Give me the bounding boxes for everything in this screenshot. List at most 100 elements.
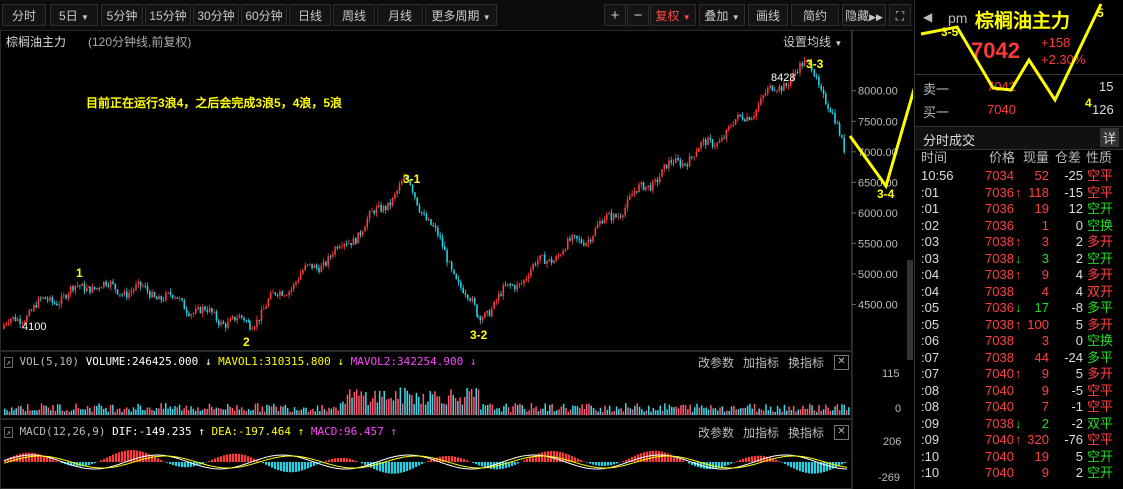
zoom-out-button[interactable]: −	[627, 4, 649, 26]
macd-bar	[214, 458, 217, 462]
macd-bar	[154, 456, 157, 462]
candle-body	[96, 287, 98, 290]
candle-body	[334, 247, 336, 255]
candle-body	[123, 291, 126, 295]
candle-body	[391, 197, 394, 206]
draw-line-button[interactable]: 画线	[748, 4, 788, 26]
candle-body	[799, 63, 801, 73]
tab-30min[interactable]: 30分钟	[193, 4, 239, 26]
volume-bar	[89, 408, 91, 415]
macd-bar	[748, 456, 751, 462]
volume-bar	[779, 408, 781, 415]
candle-body	[460, 282, 462, 288]
vol-collapse-icon[interactable]: ↗	[4, 357, 13, 368]
macd-bar	[178, 462, 181, 467]
candle-body	[247, 320, 250, 323]
candle-body	[477, 316, 479, 317]
candle-body	[668, 160, 670, 169]
candle-body	[288, 291, 290, 296]
candle-body	[30, 310, 33, 312]
tick-row: :05 7036 ↓ 17 -8 多平	[915, 300, 1123, 317]
candle-body	[398, 184, 401, 191]
tick-list-title: 分时成交	[923, 133, 976, 148]
macd-bar	[169, 462, 172, 465]
tab-5day[interactable]: 5日 ▼	[50, 4, 98, 26]
macd-collapse-icon[interactable]: ↗	[4, 427, 13, 438]
up-arrow-icon: ↑	[198, 425, 205, 438]
volume-bar	[749, 403, 751, 415]
volume-bar	[367, 404, 369, 415]
vol-switch-indicator-button[interactable]: 换指标	[788, 354, 824, 371]
fullscreen-icon[interactable]: ⛶	[889, 4, 911, 26]
kline-chart[interactable]: 8000.00 7500.00 7000.00 6500.00 6000.00 5500.…	[0, 30, 913, 489]
candle-body	[481, 317, 484, 321]
candle-body	[455, 273, 458, 280]
tab-monthly[interactable]: 月线	[377, 4, 423, 26]
tab-60min[interactable]: 60分钟	[241, 4, 287, 26]
macd-bar	[616, 462, 619, 464]
overlay-button[interactable]: 叠加 ▼	[699, 4, 745, 26]
volume-bar	[360, 391, 362, 415]
wave-label-3-4: 3-4	[877, 187, 895, 201]
candle-body	[309, 263, 311, 265]
macd-bar	[184, 462, 187, 468]
panel-toggle-handle[interactable]	[907, 260, 913, 360]
volume-bar	[160, 403, 162, 415]
macd-param-button[interactable]: 改参数	[698, 424, 734, 441]
macd-bar	[286, 462, 289, 473]
macd-add-indicator-button[interactable]: 加指标	[743, 424, 779, 441]
volume-bar	[507, 407, 510, 415]
volume-bar	[751, 408, 753, 415]
ma-settings-button[interactable]: 设置均线 ▼	[783, 33, 842, 50]
detail-button[interactable]: 详	[1100, 128, 1120, 147]
macd-bar	[121, 451, 124, 462]
vol-add-indicator-button[interactable]: 加指标	[743, 354, 779, 371]
candle-body	[746, 117, 748, 122]
volume-bar	[528, 410, 530, 415]
chevron-down-icon: ▼	[482, 13, 491, 22]
volume-bar	[266, 404, 268, 415]
volume-bar	[300, 409, 303, 415]
hide-button[interactable]: 隐藏▶▶	[842, 4, 886, 26]
candle-body	[176, 297, 179, 299]
macd-switch-indicator-button[interactable]: 换指标	[788, 424, 824, 441]
tab-weekly[interactable]: 周线	[333, 4, 375, 26]
tab-15min[interactable]: 15分钟	[145, 4, 191, 26]
candle-body	[103, 281, 105, 288]
tick-arrow: ↓	[1015, 300, 1022, 315]
volume-bar	[579, 408, 581, 415]
candle-body	[40, 297, 42, 299]
tick-oi-change: 4	[1075, 283, 1083, 299]
simple-mode-button[interactable]: 简约	[791, 4, 839, 26]
candle-body	[135, 284, 137, 290]
adjust-button[interactable]: 复权 ▼	[650, 4, 696, 26]
macd-bar	[805, 462, 808, 473]
candle-body	[453, 269, 455, 274]
tab-timeshare[interactable]: 分时	[2, 4, 46, 26]
tab-5min[interactable]: 5分钟	[101, 4, 143, 26]
volume-bar	[806, 408, 809, 415]
zoom-in-button[interactable]: +	[604, 4, 626, 26]
tab-more-periods[interactable]: 更多周期 ▼	[425, 4, 497, 26]
tick-row: :07 7038 44 -24 多平	[915, 350, 1123, 367]
close-icon[interactable]: ✕	[834, 425, 849, 440]
candle-body	[243, 317, 245, 321]
volume-bar	[321, 405, 323, 415]
tab-daily[interactable]: 日线	[289, 4, 331, 26]
candle-body	[241, 315, 243, 318]
candle-body	[502, 285, 505, 296]
vol-param-button[interactable]: 改参数	[698, 354, 734, 371]
candle-body	[251, 328, 254, 330]
macd-bar	[598, 462, 601, 466]
tick-volume: 320	[1027, 432, 1049, 447]
price-tick-label: 7500.00	[858, 116, 898, 128]
tick-nature: 空平	[1087, 432, 1114, 447]
candle-body	[371, 210, 373, 212]
volume-bar	[27, 404, 29, 415]
tick-time: :07	[921, 366, 940, 381]
volume-bar	[723, 411, 726, 415]
col-price: 价格	[989, 150, 1016, 165]
price-tick-label: 5500.00	[858, 238, 898, 250]
tick-nature: 多开	[1087, 366, 1114, 381]
close-icon[interactable]: ✕	[834, 355, 849, 370]
